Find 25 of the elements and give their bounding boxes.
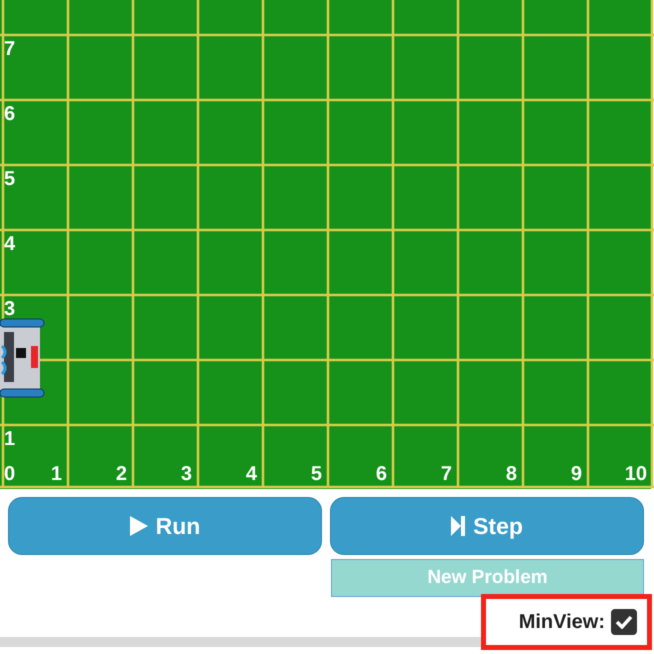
x-axis-label: 5 [310, 464, 322, 484]
y-axis-label: 3 [4, 299, 16, 319]
x-axis-label: 2 [116, 464, 127, 484]
checkmark-icon [615, 615, 633, 629]
x-axis-label: 9 [570, 464, 582, 484]
minview-checkbox[interactable] [611, 609, 637, 635]
y-axis-label: 1 [4, 429, 16, 449]
new-problem-button[interactable]: New Problem [331, 559, 644, 597]
y-axis-label: 5 [4, 169, 16, 189]
play-icon [130, 516, 148, 536]
x-axis-label: 10 [624, 464, 647, 484]
step-icon [451, 516, 466, 536]
x-axis-label: 1 [50, 464, 62, 484]
run-button[interactable]: Run [8, 497, 322, 555]
x-axis-label: 6 [376, 464, 387, 484]
y-axis-label: 7 [4, 39, 16, 59]
x-axis-label: 0 [4, 464, 16, 484]
minview-label: MinView: [518, 610, 605, 634]
y-axis-label: 4 [4, 234, 16, 254]
x-axis-label: 7 [440, 464, 452, 484]
step-button[interactable]: Step [330, 497, 644, 555]
x-axis-label: 4 [246, 464, 257, 484]
x-axis-label: 3 [180, 464, 192, 484]
x-axis-label: 8 [506, 464, 517, 484]
y-axis-label: 6 [4, 104, 16, 124]
